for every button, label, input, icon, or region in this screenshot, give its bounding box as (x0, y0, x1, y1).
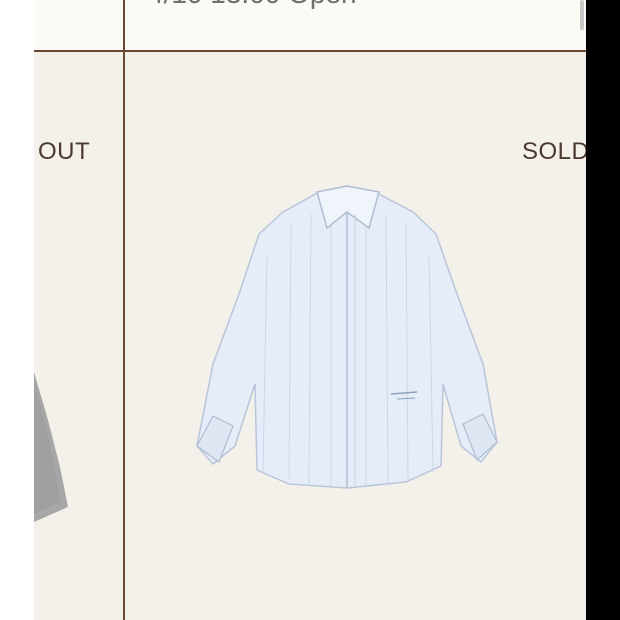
product-grid-screen: 4/10 13:00 Open OUT SOLD OUT (34, 0, 586, 620)
product-tile-partial[interactable]: OUT (34, 52, 123, 620)
scrollbar-thumb[interactable] (580, 0, 584, 30)
grid-divider-vertical (123, 0, 125, 620)
sold-out-label: OUT (38, 138, 91, 165)
screen-edge-right (586, 0, 620, 620)
product-image-gray-garment (34, 372, 68, 522)
product-image-shirt (196, 185, 498, 489)
header-strip: 4/10 13:00 Open (34, 0, 586, 50)
grid-divider-horizontal (34, 50, 586, 52)
open-date-text: 4/10 13:00 Open (148, 0, 357, 10)
sold-out-label: SOLD OUT (522, 138, 586, 165)
product-tile-shirt[interactable]: SOLD OUT (125, 52, 586, 620)
